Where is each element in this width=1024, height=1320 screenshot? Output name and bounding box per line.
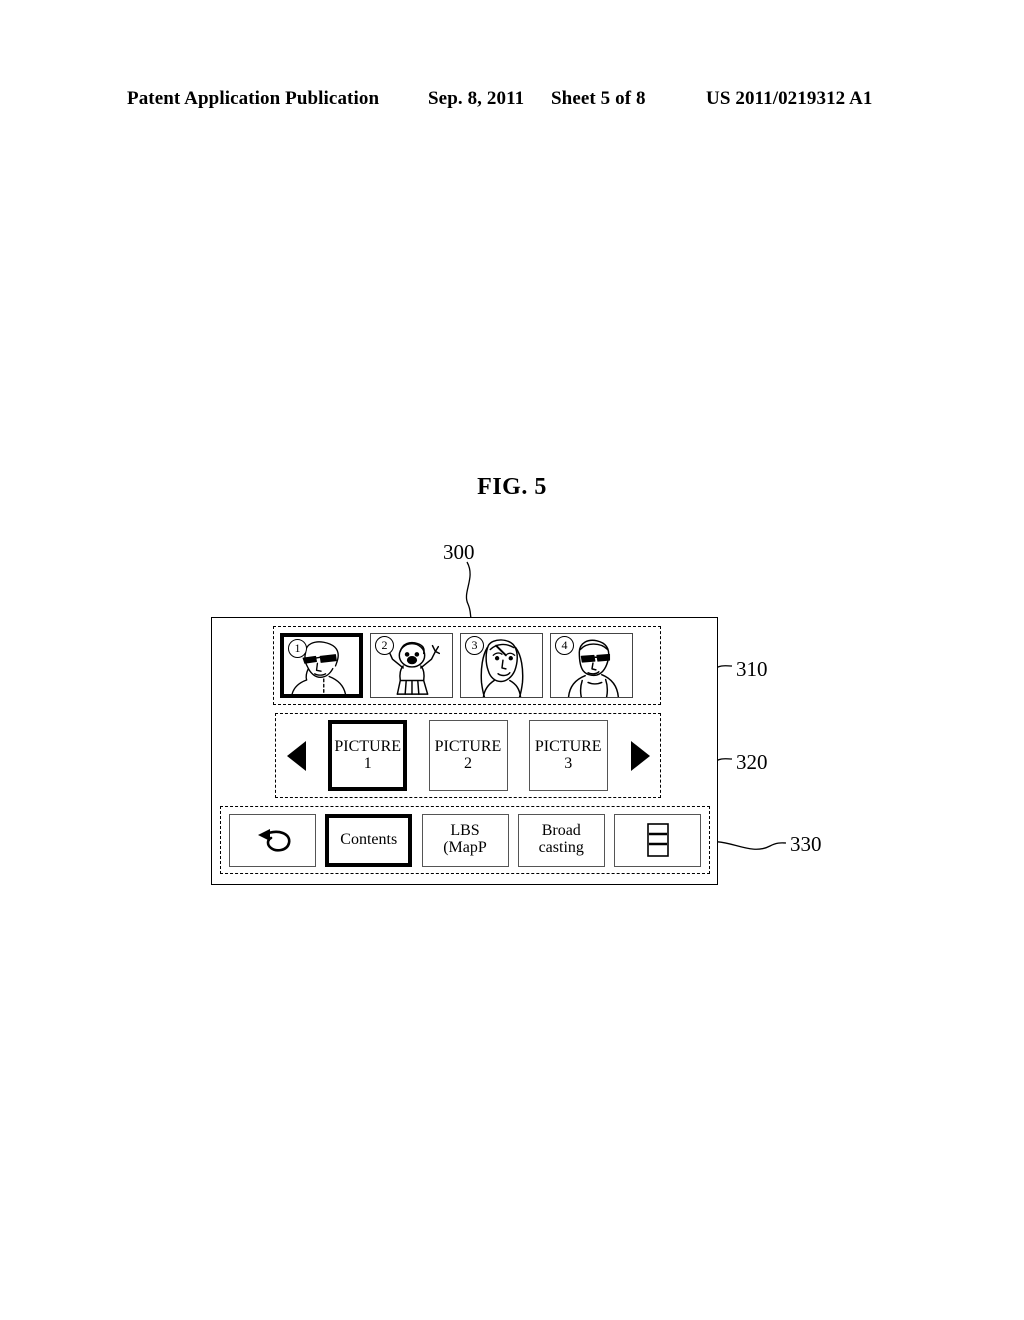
thumbnail-badge: 3 — [465, 636, 484, 655]
picture-tile-label-line1: PICTURE — [434, 737, 502, 755]
page-header: Patent Application Publication Sep. 8, 2… — [0, 88, 1024, 114]
picture-tile-label-line2: 1 — [363, 754, 372, 772]
thumbnail-bar-group: 1 2 3 4 — [273, 626, 661, 705]
carousel-prev-button[interactable] — [285, 740, 307, 771]
picture-tile-label-line2: 2 — [464, 754, 472, 772]
contents-button-label: Contents — [340, 830, 398, 848]
toolbar-group: Contents LBS (MapP Broad casting — [220, 806, 710, 874]
thumbnail-item-1[interactable]: 1 — [280, 633, 363, 698]
carousel-next-button[interactable] — [629, 740, 651, 771]
broadcasting-button[interactable]: Broad casting — [517, 813, 605, 867]
picture-tile-label-line2: 3 — [564, 754, 573, 772]
lbs-map-button[interactable]: LBS (MapP — [421, 813, 509, 867]
thumbnail-badge: 1 — [288, 639, 307, 658]
picture-carousel-group: PICTURE 1 PICTURE 2 PICTURE 3 — [275, 713, 661, 798]
figure-title: FIG. 5 — [477, 474, 547, 500]
picture-tile-label-line1: PICTURE — [534, 737, 602, 755]
broadcasting-button-label-line1: Broad — [541, 822, 581, 840]
left-triangle-arrow-icon — [286, 740, 306, 771]
reference-numeral-320: 320 — [736, 750, 768, 774]
picture-tile-1[interactable]: PICTURE 1 — [328, 720, 408, 791]
lbs-button-label-line2: (MapP — [443, 839, 487, 856]
picture-tile-2[interactable]: PICTURE 2 — [428, 720, 508, 791]
thumbnail-badge: 4 — [555, 636, 574, 655]
thumbnail-badge: 2 — [375, 636, 394, 655]
reference-numeral-300: 300 — [443, 540, 475, 564]
reference-numeral-310: 310 — [736, 657, 768, 681]
header-date-label: Sep. 8, 2011 — [428, 88, 525, 109]
reference-numeral-330: 330 — [790, 832, 822, 856]
picture-tile-3[interactable]: PICTURE 3 — [528, 720, 608, 791]
picture-tile-label-line1: PICTURE — [334, 737, 402, 755]
header-patent-number: US 2011/0219312 A1 — [706, 88, 873, 109]
menu-button[interactable] — [614, 813, 701, 867]
broadcasting-button-label-line2: casting — [538, 839, 584, 856]
contents-button[interactable]: Contents — [325, 813, 413, 867]
lbs-button-label-line1: LBS — [450, 822, 480, 840]
header-sheet-label: Sheet 5 of 8 — [551, 88, 646, 109]
device-screen-frame: 1 2 3 4 PICTURE 1 PICTURE 2 PICTURE 3 Co… — [211, 617, 718, 885]
back-return-arrow-icon — [257, 829, 290, 852]
list-menu-icon — [646, 823, 669, 857]
header-publication-label: Patent Application Publication — [127, 88, 380, 109]
thumbnail-item-4[interactable]: 4 — [550, 633, 633, 698]
thumbnail-item-2[interactable]: 2 — [370, 633, 453, 698]
right-triangle-arrow-icon — [630, 740, 650, 771]
thumbnail-item-3[interactable]: 3 — [460, 633, 543, 698]
back-button[interactable] — [229, 813, 316, 867]
